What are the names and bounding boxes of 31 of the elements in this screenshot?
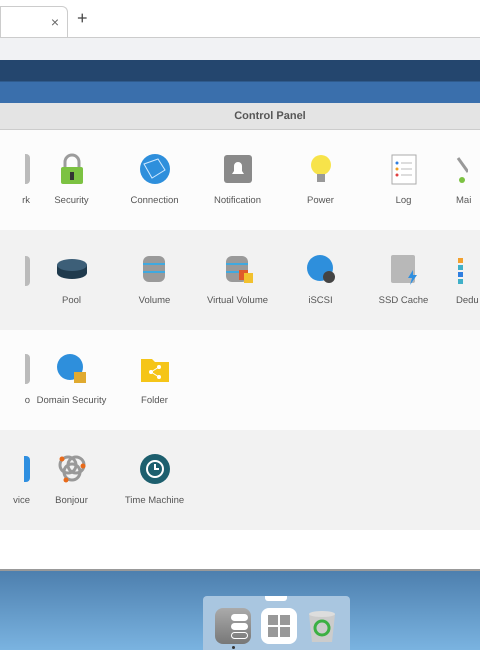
running-indicator [232,646,234,649]
clock-icon [138,452,172,486]
item-label[interactable]: Domain Security [36,394,106,408]
close-icon[interactable]: × [50,12,59,32]
item-label[interactable]: iSCSI [308,294,333,308]
item-label[interactable]: Folder [141,394,168,408]
item-label[interactable]: Notification [214,194,261,208]
new-tab-button[interactable]: + [77,5,88,32]
item-label[interactable]: Time Machine [124,494,184,508]
item-label[interactable]: SSD Cache [378,294,428,308]
item-label[interactable]: Mai [456,194,472,208]
item-label[interactable]: Log [396,194,412,208]
recycle-bin-icon[interactable] [307,609,337,643]
item-label[interactable]: vice [13,494,30,508]
dock-handle[interactable] [264,596,286,601]
item-label[interactable]: o [24,394,30,408]
item-label[interactable]: Connection [130,194,179,208]
app-grid-icon[interactable] [261,608,297,644]
globe-lock-icon [54,352,88,386]
window-title: Control Panel [234,108,306,124]
item-label[interactable]: Volume [138,294,170,308]
item-label[interactable]: rk [22,194,30,208]
globe-icon [138,152,172,186]
item-label[interactable]: Security [54,194,89,208]
item-label[interactable]: Virtual Volume [206,294,268,308]
item-label[interactable]: Pool [62,294,81,308]
toggles-icon[interactable] [215,608,251,644]
item-label[interactable]: Dedu [456,294,479,308]
item-label[interactable]: Power [307,194,334,208]
browser-tab[interactable]: × [0,6,68,37]
item-label[interactable]: Bonjour [55,494,88,508]
